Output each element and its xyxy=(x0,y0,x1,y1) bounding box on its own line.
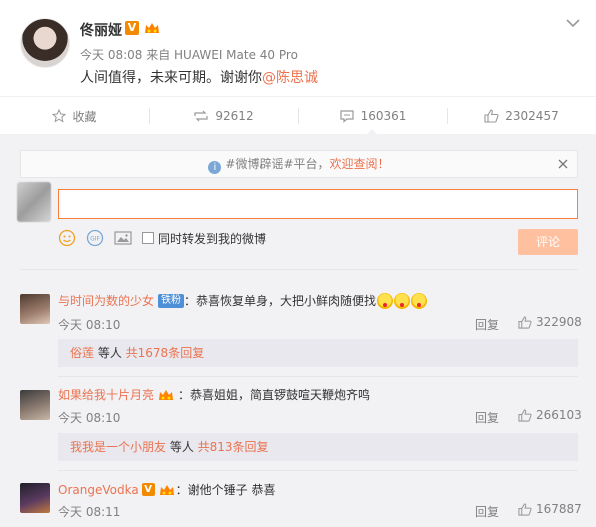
gif-icon[interactable]: GIF xyxy=(86,229,104,247)
sub-reply-count[interactable]: 共813条回复 xyxy=(198,440,269,454)
compose-toolbar: GIF 同时转发到我的微博 xyxy=(58,229,266,247)
repost-icon xyxy=(194,110,209,122)
sub-reply-count[interactable]: 共1678条回复 xyxy=(126,346,205,360)
commenter-name[interactable]: OrangeVodka xyxy=(58,483,139,497)
sub-reply-user[interactable]: 俗莲 xyxy=(70,346,94,360)
tongue-emoji-icon xyxy=(411,292,428,309)
divider xyxy=(20,269,578,270)
verified-badge-icon: V xyxy=(141,483,155,496)
info-icon: i xyxy=(208,161,222,174)
thumbs-up-icon xyxy=(518,408,532,422)
also-repost-checkbox[interactable]: 同时转发到我的微博 xyxy=(142,230,266,247)
like-count: 2302457 xyxy=(505,109,559,123)
comment-text: ：谢他个锤子 恭喜 xyxy=(175,483,276,497)
member-crown-icon xyxy=(145,23,159,33)
thumbs-up-icon xyxy=(484,109,499,123)
divider xyxy=(58,470,578,471)
comment-count: 160361 xyxy=(360,109,407,123)
post-mention-link[interactable]: @陈思诚 xyxy=(262,70,318,86)
close-icon[interactable] xyxy=(558,159,568,169)
comment-line: OrangeVodka V ：谢他个锤子 恭喜 xyxy=(58,481,276,498)
notice-text: #微博辟谣#平台， xyxy=(225,157,330,171)
comment-like-button[interactable]: 266103 xyxy=(518,408,582,422)
fan-badge: 铁粉 xyxy=(158,293,185,308)
divider xyxy=(58,376,578,377)
commenter-avatar[interactable] xyxy=(20,390,50,420)
reply-button[interactable]: 回复 xyxy=(475,503,499,520)
repost-count: 92612 xyxy=(215,109,254,123)
comment-time: 今天 08:10 xyxy=(58,318,121,332)
post-action-bar: 收藏 92612 160361 2302457 xyxy=(0,96,596,135)
repost-button[interactable]: 92612 xyxy=(149,97,298,135)
verified-badge-icon: V xyxy=(125,21,139,35)
reply-button[interactable]: 回复 xyxy=(475,409,499,426)
sub-replies-summary[interactable]: 俗莲 等人 共1678条回复 xyxy=(58,339,578,367)
checkbox-box[interactable] xyxy=(142,232,154,244)
commenter-name[interactable]: 与时间为数的少女 xyxy=(58,292,154,309)
chevron-down-icon[interactable] xyxy=(566,18,580,28)
commenter-name[interactable]: 如果给我十片月亮 xyxy=(58,386,154,403)
sub-reply-mid: 等人 xyxy=(166,440,198,454)
comment-text: ：恭喜姐姐，简直锣鼓喧天鞭炮齐鸣 xyxy=(178,388,371,402)
reply-button[interactable]: 回复 xyxy=(475,316,499,333)
comment-section: i #微博辟谣#平台，欢迎查阅！ GIF 同时转发到我的微博 评论 与时间为数的… xyxy=(0,134,596,527)
sub-reply-user[interactable]: 我我是一个小朋友 xyxy=(70,440,166,454)
comment-time: 今天 08:10 xyxy=(58,411,121,425)
comment-icon xyxy=(339,110,354,123)
comment-time: 今天 08:11 xyxy=(58,505,121,519)
like-button[interactable]: 2302457 xyxy=(447,97,596,135)
favorite-button[interactable]: 收藏 xyxy=(0,97,149,135)
comment-like-count: 322908 xyxy=(536,315,582,329)
commenter-avatar[interactable] xyxy=(20,483,50,513)
comment-line: 与时间为数的少女 铁粉 ：恭喜恢复单身，大把小鲜肉随便找 xyxy=(58,292,428,309)
sub-reply-mid: 等人 xyxy=(94,346,126,360)
post-meta: 今天 08:08 来自 HUAWEI Mate 40 Pro xyxy=(80,48,298,62)
submit-comment-button[interactable]: 评论 xyxy=(518,229,578,255)
image-upload-icon[interactable] xyxy=(114,229,132,247)
thumbs-up-icon xyxy=(518,315,532,329)
star-icon xyxy=(52,109,67,123)
comment-button[interactable]: 160361 xyxy=(298,97,447,135)
comment-line: 如果给我十片月亮 ：恭喜姐姐，简直锣鼓喧天鞭炮齐鸣 xyxy=(58,386,370,403)
svg-text:GIF: GIF xyxy=(90,236,100,243)
comment-like-button[interactable]: 167887 xyxy=(518,502,582,516)
comment-like-count: 167887 xyxy=(536,502,582,516)
comment-like-button[interactable]: 322908 xyxy=(518,315,582,329)
my-avatar xyxy=(17,182,51,222)
favorite-label: 收藏 xyxy=(72,109,97,124)
tongue-emoji-icon xyxy=(377,292,394,309)
comment-like-count: 266103 xyxy=(536,408,582,422)
weibo-post: 佟丽娅 V 今天 08:08 来自 HUAWEI Mate 40 Pro 人间值… xyxy=(0,0,596,96)
post-text-main: 人间值得，未来可期。谢谢你 xyxy=(80,70,262,86)
tongue-emoji-icon xyxy=(394,292,411,309)
notice-link[interactable]: 欢迎查阅！ xyxy=(330,157,390,171)
author-avatar[interactable] xyxy=(20,18,70,68)
comment-text: ：恭喜恢复单身，大把小鲜肉随便找 xyxy=(184,294,377,308)
sub-replies-summary[interactable]: 我我是一个小朋友 等人 共813条回复 xyxy=(58,433,578,461)
author-name[interactable]: 佟丽娅 xyxy=(80,20,122,40)
member-crown-icon xyxy=(159,389,174,400)
also-repost-label: 同时转发到我的微博 xyxy=(158,231,267,246)
post-text: 人间值得，未来可期。谢谢你@陈思诚 xyxy=(80,67,318,87)
emoji-picker-icon[interactable] xyxy=(58,229,76,247)
commenter-avatar[interactable] xyxy=(20,294,50,324)
member-crown-icon xyxy=(159,484,174,495)
rumor-notice-banner: i #微博辟谣#平台，欢迎查阅！ xyxy=(20,150,578,178)
comment-input[interactable] xyxy=(58,189,578,219)
thumbs-up-icon xyxy=(518,502,532,516)
